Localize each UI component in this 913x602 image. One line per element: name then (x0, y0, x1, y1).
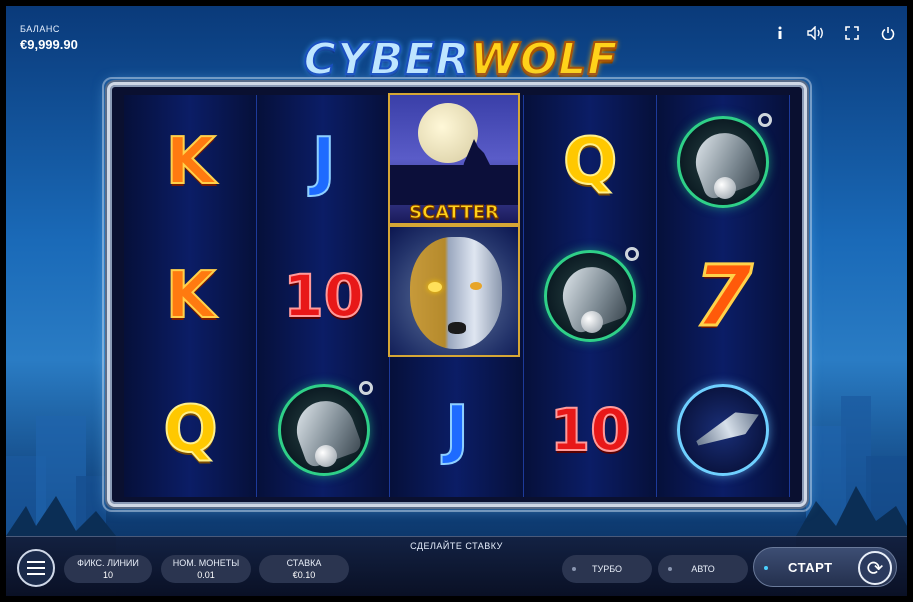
hamburger-icon (27, 561, 45, 563)
top-toolbar (771, 24, 897, 42)
coin-value-selector[interactable]: НОМ. МОНЕТЫ 0.01 (161, 555, 251, 583)
turbo-indicator (572, 567, 576, 571)
symbol-j: J (444, 393, 470, 467)
symbol-cell (257, 363, 390, 497)
balance-value: €9,999.90 (20, 37, 78, 52)
fullscreen-icon[interactable] (843, 24, 861, 42)
symbol-k: K (165, 259, 217, 333)
bell-icon (677, 113, 773, 208)
bell-icon (277, 381, 373, 476)
symbol-cell (657, 95, 790, 229)
sound-icon[interactable] (807, 24, 825, 42)
symbol-cell: J (257, 95, 390, 229)
scatter-symbol: SCATTER (388, 93, 520, 225)
auto-indicator (668, 567, 672, 571)
symbol-cell: Q (124, 363, 257, 497)
logo-cyber-text: CYBER (303, 33, 471, 86)
start-label: СТАРТ (788, 560, 833, 575)
scatter-label: SCATTER (409, 202, 500, 224)
start-indicator (764, 566, 768, 570)
lines-label: ФИКС. ЛИНИИ (77, 558, 139, 568)
bet-value: €0.10 (292, 570, 316, 580)
symbol-cell: Q (524, 95, 657, 229)
symbol-k: K (165, 125, 217, 199)
symbol-j: J (311, 125, 337, 199)
balance-label: БАЛАНС (20, 24, 60, 34)
menu-button[interactable] (17, 549, 55, 587)
logo-wolf-text: WOLF (469, 33, 619, 86)
spaceship-icon (677, 384, 770, 476)
coin-value: 0.01 (197, 570, 215, 580)
symbol-q: Q (162, 393, 218, 467)
control-bar: СДЕЛАЙТЕ СТАВКУ ФИКС. ЛИНИИ 10 НОМ. МОНЕ… (6, 536, 907, 596)
bet-label: СТАВКА (286, 558, 322, 568)
symbol-cell: K (124, 229, 257, 363)
info-icon[interactable] (771, 24, 789, 42)
symbol-cell: 10 (257, 229, 390, 363)
fixed-lines-display[interactable]: ФИКС. ЛИНИИ 10 (64, 555, 152, 583)
symbol-7: 7 (693, 247, 754, 345)
symbol-cell: K (124, 95, 257, 229)
symbol-cell: 7 (657, 229, 790, 363)
symbol-10: 10 (549, 396, 632, 464)
game-logo: CYBERWOLF (276, 30, 646, 90)
symbol-cell: J (390, 363, 523, 497)
turbo-toggle[interactable]: ТУРБО (562, 555, 652, 583)
game-stage: БАЛАНС €9,999.90 CYBERWOLF K J Q K 10 7 … (6, 6, 907, 596)
symbol-cell: 10 (524, 363, 657, 497)
spin-icon[interactable]: ⟳ (858, 551, 892, 585)
symbol-10: 10 (282, 262, 365, 330)
start-button[interactable]: СТАРТ ⟳ (753, 547, 897, 587)
symbol-q: Q (562, 125, 618, 199)
coin-label: НОМ. МОНЕТЫ (172, 558, 240, 568)
lines-value: 10 (102, 570, 113, 580)
turbo-label: ТУРБО (591, 564, 623, 574)
auto-label: АВТО (691, 564, 715, 574)
balance-display: БАЛАНС €9,999.90 (20, 24, 78, 52)
scatter-city-silhouette (390, 165, 518, 205)
reels-frame: K J Q K 10 7 Q J 10 SCATTER (102, 77, 812, 512)
wolf-wild-symbol (388, 225, 520, 357)
bell-icon (544, 247, 640, 342)
symbol-cell (657, 363, 790, 497)
power-icon[interactable] (879, 24, 897, 42)
wolf-cyber-eye (428, 282, 442, 292)
symbol-cell (524, 229, 657, 363)
bet-display[interactable]: СТАВКА €0.10 (259, 555, 349, 583)
auto-toggle[interactable]: АВТО (658, 555, 748, 583)
